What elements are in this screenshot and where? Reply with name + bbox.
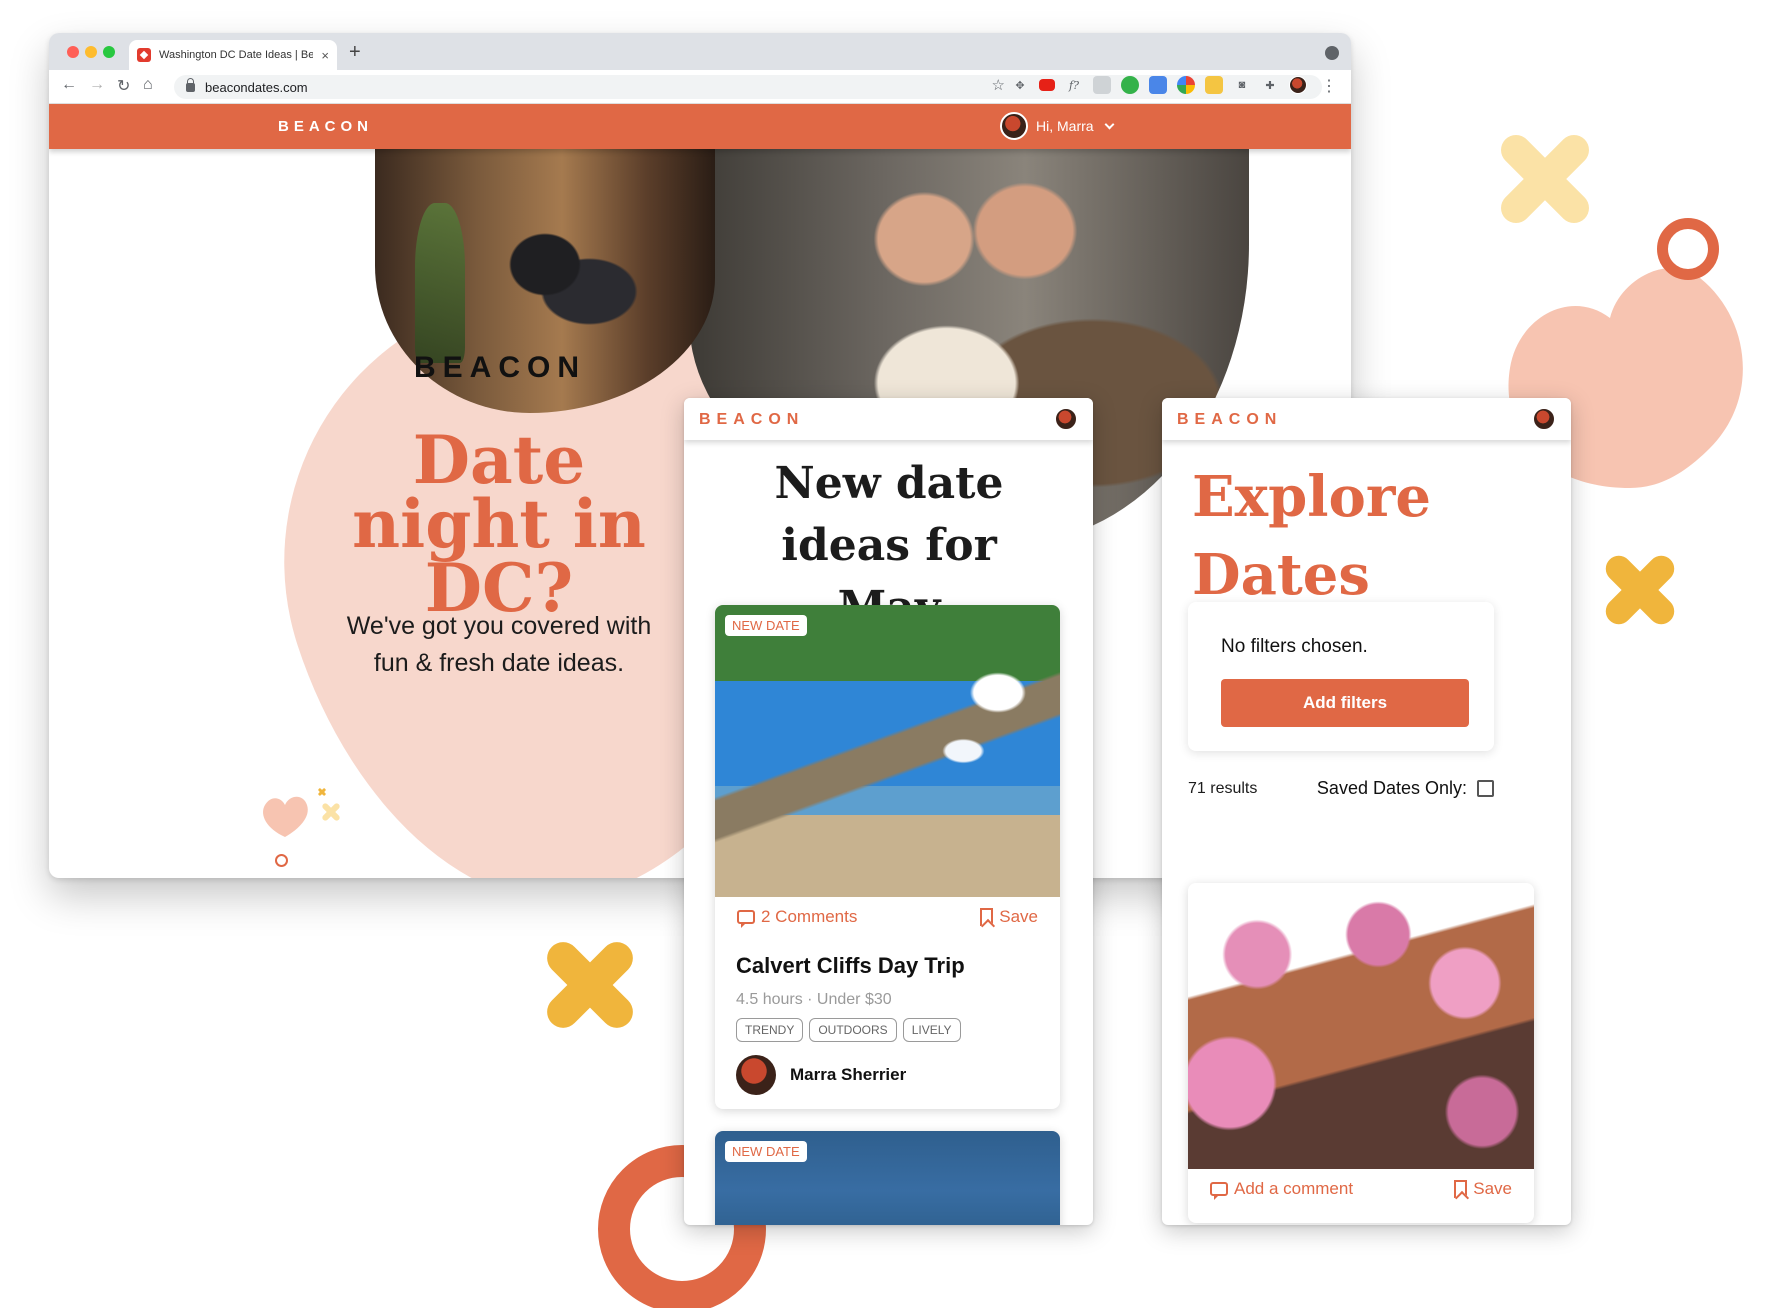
- user-menu[interactable]: Hi, Marra: [1000, 112, 1115, 140]
- forward-arrow-icon[interactable]: →: [89, 76, 105, 94]
- date-card[interactable]: NEW DATE: [715, 1131, 1060, 1225]
- site-logo[interactable]: BEACON: [278, 118, 373, 135]
- hero-subtitle: We've got you covered with fun & fresh d…: [346, 612, 652, 677]
- comment-icon: [737, 910, 755, 928]
- new-tab-button[interactable]: +: [349, 41, 361, 64]
- grey-extension-icon[interactable]: [1093, 76, 1111, 94]
- hero-logo: BEACON: [414, 351, 587, 384]
- extensions-row: ✥ f? ◙ ✚: [1011, 76, 1307, 94]
- comments-button[interactable]: 2 Comments: [737, 907, 858, 928]
- color-picker-extension-icon[interactable]: [1177, 76, 1195, 94]
- user-greeting: Hi, Marra: [1036, 118, 1094, 134]
- reload-icon[interactable]: ↻: [117, 76, 130, 96]
- tab-strip: Washington DC Date Ideas | Be × +: [49, 33, 1351, 70]
- chevron-down-icon: [1104, 119, 1115, 129]
- date-card[interactable]: Add a comment Save: [1188, 883, 1534, 1223]
- new-date-badge: NEW DATE: [725, 1141, 807, 1162]
- author-name: Marra Sherrier: [790, 1065, 907, 1084]
- panel-header: BEACON: [684, 398, 1093, 440]
- add-comment-label: Add a comment: [1234, 1179, 1354, 1198]
- browser-tab[interactable]: Washington DC Date Ideas | Be ×: [129, 40, 337, 70]
- puzzle-extensions-icon[interactable]: ✚: [1261, 76, 1279, 94]
- filter-box: No filters chosen. Add filters: [1188, 602, 1494, 751]
- user-avatar: [1000, 112, 1028, 140]
- small-x-decoration: [321, 802, 341, 822]
- bookmark-star-icon[interactable]: ☆: [992, 76, 1005, 94]
- browser-toolbar: ← → ↻ ⌂ beacondates.com ☆ ✥ f? ◙ ✚ ⋮: [49, 70, 1351, 104]
- small-ring-decoration: [275, 854, 288, 867]
- saved-only-checkbox[interactable]: [1477, 780, 1494, 797]
- translate-extension-icon[interactable]: [1149, 76, 1167, 94]
- comment-icon: [1210, 1182, 1228, 1200]
- tag-list: TRENDY OUTDOORS LIVELY: [736, 1018, 961, 1042]
- filter-status: No filters chosen.: [1221, 636, 1368, 657]
- hero-title: Date night in DC?: [352, 421, 646, 627]
- green-extension-icon[interactable]: [1121, 76, 1139, 94]
- explore-title: Explore Dates: [1192, 464, 1431, 608]
- site-header: BEACON Hi, Marra: [49, 104, 1351, 149]
- zoom-window-button[interactable]: [103, 46, 115, 58]
- calvert-cliffs-photo: [715, 605, 1060, 897]
- minimize-window-button[interactable]: [85, 46, 97, 58]
- save-button[interactable]: Save: [980, 907, 1038, 927]
- move-extension-icon[interactable]: ✥: [1011, 76, 1029, 94]
- results-count: 71 results: [1188, 779, 1258, 797]
- explore-dates-panel: BEACON Explore Dates No filters chosen. …: [1162, 398, 1571, 1225]
- tab-search-icon[interactable]: [1325, 46, 1339, 60]
- tiny-x-decoration: [317, 787, 327, 797]
- light-yellow-x-decoration: [1490, 124, 1600, 234]
- panel-avatar[interactable]: [1055, 408, 1077, 430]
- author-row[interactable]: Marra Sherrier: [736, 1055, 906, 1095]
- add-filters-button[interactable]: Add filters: [1221, 679, 1469, 727]
- card-actions: Add a comment Save: [1188, 1169, 1534, 1209]
- tag-chip[interactable]: LIVELY: [902, 1018, 961, 1042]
- tag-chip[interactable]: TRENDY: [736, 1018, 804, 1042]
- date-title[interactable]: Calvert Cliffs Day Trip: [736, 953, 965, 979]
- bookmark-icon: [1454, 1180, 1468, 1198]
- panel-logo[interactable]: BEACON: [699, 411, 804, 429]
- small-heart-decoration: [259, 793, 311, 844]
- saved-only-label: Saved Dates Only:: [1316, 778, 1467, 798]
- lock-icon: [186, 77, 195, 92]
- function-extension-icon[interactable]: f?: [1065, 76, 1083, 94]
- camera-extension-icon[interactable]: ◙: [1233, 76, 1251, 94]
- yellow-x-decoration-bottom: [540, 935, 640, 1035]
- youtube-extension-icon[interactable]: [1039, 79, 1055, 91]
- orange-ring-decoration: [1657, 218, 1719, 280]
- save-label: Save: [999, 907, 1038, 926]
- cherry-blossom-photo: [1188, 883, 1534, 1169]
- notes-extension-icon[interactable]: [1205, 76, 1223, 94]
- comments-label: 2 Comments: [761, 907, 858, 926]
- new-dates-panel: BEACON New date ideas for May NEW DATE 2…: [684, 398, 1093, 1225]
- beacon-favicon-icon: [137, 48, 151, 62]
- card-actions: 2 Comments Save: [715, 897, 1060, 937]
- browser-menu-icon[interactable]: ⋮: [1321, 76, 1337, 96]
- panel-avatar[interactable]: [1533, 408, 1555, 430]
- profile-avatar[interactable]: [1289, 76, 1307, 94]
- back-arrow-icon[interactable]: ←: [61, 76, 77, 94]
- date-meta: 4.5 hours · Under $30: [736, 991, 892, 1008]
- close-tab-icon[interactable]: ×: [321, 48, 329, 63]
- new-date-badge: NEW DATE: [725, 615, 807, 636]
- tab-title: Washington DC Date Ideas | Be: [159, 49, 314, 61]
- panel-logo[interactable]: BEACON: [1177, 411, 1282, 429]
- tag-chip[interactable]: OUTDOORS: [809, 1018, 897, 1042]
- save-label: Save: [1473, 1179, 1512, 1198]
- saved-only-toggle[interactable]: Saved Dates Only:: [1317, 778, 1494, 799]
- add-comment-button[interactable]: Add a comment: [1210, 1179, 1354, 1200]
- yellow-x-decoration-right: [1600, 550, 1680, 630]
- results-row: 71 results Saved Dates Only:: [1188, 778, 1494, 799]
- save-button[interactable]: Save: [1454, 1179, 1512, 1199]
- close-window-button[interactable]: [67, 46, 79, 58]
- home-icon[interactable]: ⌂: [143, 76, 153, 94]
- date-card[interactable]: NEW DATE 2 Comments Save Calvert Cliffs …: [715, 605, 1060, 1109]
- bookmark-icon: [980, 908, 994, 926]
- panel-header: BEACON: [1162, 398, 1571, 440]
- url-text: beacondates.com: [205, 79, 308, 95]
- author-avatar: [736, 1055, 776, 1095]
